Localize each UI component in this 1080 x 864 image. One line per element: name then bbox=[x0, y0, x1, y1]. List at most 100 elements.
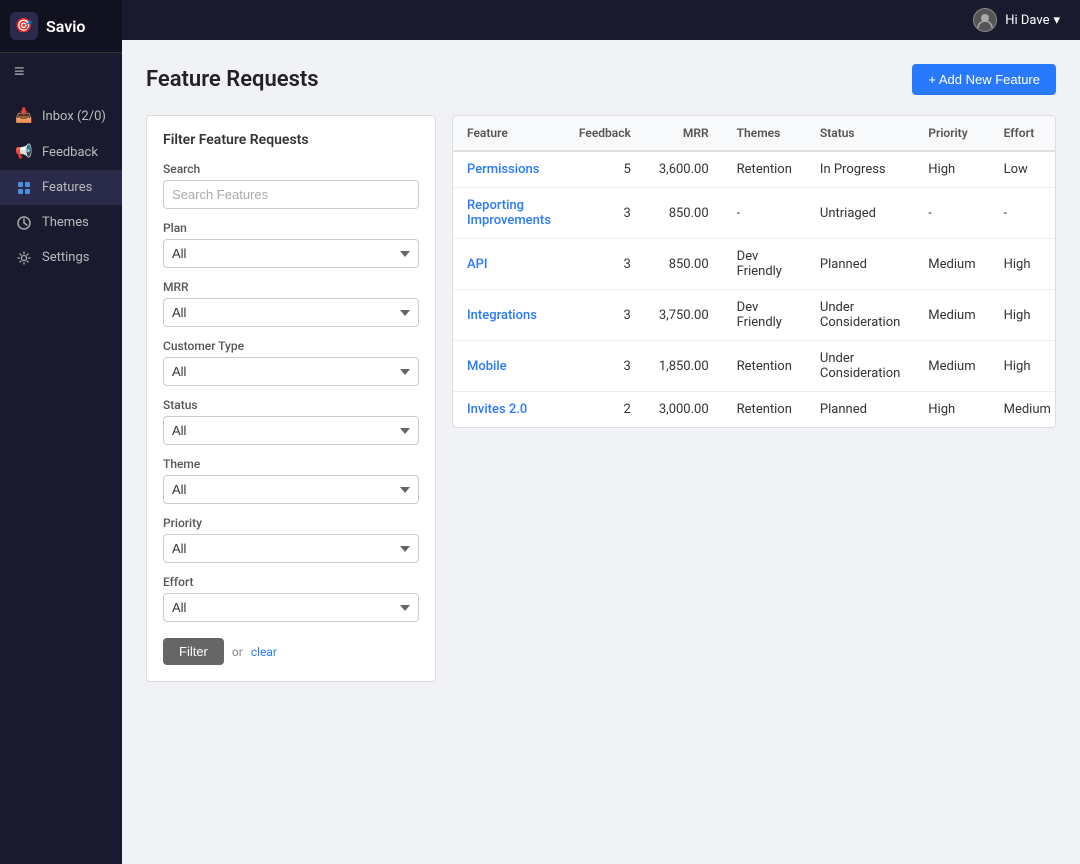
col-themes: Themes bbox=[723, 116, 806, 151]
table-row: Integrations 3 3,750.00 Dev Friendly Und… bbox=[453, 290, 1056, 341]
sidebar-nav: 📥 Inbox (2/0) 📢 Feedback Features Themes… bbox=[0, 90, 122, 864]
sidebar-item-themes[interactable]: Themes bbox=[0, 205, 122, 240]
sidebar-item-feedback[interactable]: 📢 Feedback bbox=[0, 134, 122, 170]
settings-icon bbox=[14, 251, 34, 265]
cell-feature: Permissions bbox=[453, 151, 565, 188]
header-row: Feature Feedback MRR Themes Status Prior… bbox=[453, 116, 1056, 151]
filter-actions: Filter or clear bbox=[163, 638, 419, 665]
sidebar-item-label: Inbox (2/0) bbox=[42, 109, 106, 124]
col-feedback: Feedback bbox=[565, 116, 645, 151]
priority-label: Priority bbox=[163, 516, 419, 530]
theme-select[interactable]: All bbox=[163, 475, 419, 504]
cell-status: Untriaged bbox=[806, 188, 914, 239]
filter-panel: Filter Feature Requests Search Plan All … bbox=[146, 115, 436, 682]
sidebar-logo: 🎯 bbox=[10, 12, 38, 40]
cell-feature: API bbox=[453, 239, 565, 290]
cell-themes: Retention bbox=[723, 341, 806, 392]
topbar: Hi Dave ▾ bbox=[122, 0, 1080, 40]
cell-effort: - bbox=[990, 188, 1056, 239]
add-new-feature-button[interactable]: + Add New Feature bbox=[912, 64, 1056, 95]
plan-group: Plan All bbox=[163, 221, 419, 268]
sidebar-item-inbox[interactable]: 📥 Inbox (2/0) bbox=[0, 98, 122, 134]
priority-select[interactable]: All bbox=[163, 534, 419, 563]
col-priority: Priority bbox=[914, 116, 989, 151]
plan-select[interactable]: All bbox=[163, 239, 419, 268]
cell-feature: Integrations bbox=[453, 290, 565, 341]
feature-table-container: Feature Feedback MRR Themes Status Prior… bbox=[452, 115, 1056, 428]
feature-link[interactable]: Reporting Improvements bbox=[467, 198, 551, 228]
clear-link[interactable]: clear bbox=[251, 645, 277, 659]
cell-effort: High bbox=[990, 239, 1056, 290]
table-row: Permissions 5 3,600.00 Retention In Prog… bbox=[453, 151, 1056, 188]
feature-link[interactable]: Permissions bbox=[467, 162, 539, 177]
plan-label: Plan bbox=[163, 221, 419, 235]
main-layout: Filter Feature Requests Search Plan All … bbox=[146, 115, 1056, 682]
feature-link[interactable]: Integrations bbox=[467, 308, 537, 323]
mrr-select[interactable]: All bbox=[163, 298, 419, 327]
cell-feedback: 3 bbox=[565, 188, 645, 239]
sidebar-item-settings[interactable]: Settings bbox=[0, 240, 122, 275]
sidebar-menu-toggle[interactable]: ≡ bbox=[0, 53, 122, 90]
sidebar-item-label: Settings bbox=[42, 250, 89, 265]
cell-themes: Retention bbox=[723, 151, 806, 188]
customer-type-select[interactable]: All bbox=[163, 357, 419, 386]
sidebar: 🎯 Savio ≡ 📥 Inbox (2/0) 📢 Feedback Featu… bbox=[0, 0, 122, 864]
cell-status: Under Consideration bbox=[806, 341, 914, 392]
sidebar-item-features[interactable]: Features bbox=[0, 170, 122, 205]
avatar bbox=[973, 8, 997, 32]
cell-feedback: 3 bbox=[565, 290, 645, 341]
cell-priority: High bbox=[914, 392, 989, 428]
search-input[interactable] bbox=[163, 180, 419, 209]
cell-themes: - bbox=[723, 188, 806, 239]
cell-themes: Retention bbox=[723, 392, 806, 428]
sidebar-header: 🎯 Savio bbox=[0, 0, 122, 53]
inbox-icon: 📥 bbox=[14, 108, 34, 124]
cell-status: Planned bbox=[806, 392, 914, 428]
table-row: Reporting Improvements 3 850.00 - Untria… bbox=[453, 188, 1056, 239]
table-row: Mobile 3 1,850.00 Retention Under Consid… bbox=[453, 341, 1056, 392]
topbar-user[interactable]: Hi Dave ▾ bbox=[973, 8, 1060, 32]
logo-icon: 🎯 bbox=[15, 18, 32, 34]
cell-mrr: 850.00 bbox=[645, 188, 723, 239]
cell-status: Planned bbox=[806, 239, 914, 290]
page-header: Feature Requests + Add New Feature bbox=[146, 64, 1056, 95]
cell-feature: Invites 2.0 bbox=[453, 392, 565, 428]
cell-mrr: 1,850.00 bbox=[645, 341, 723, 392]
cell-effort: High bbox=[990, 290, 1056, 341]
cell-feature: Reporting Improvements bbox=[453, 188, 565, 239]
filter-button[interactable]: Filter bbox=[163, 638, 224, 665]
feature-table: Feature Feedback MRR Themes Status Prior… bbox=[453, 116, 1056, 427]
chevron-down-icon: ▾ bbox=[1053, 13, 1060, 28]
effort-label: Effort bbox=[163, 575, 419, 589]
status-label: Status bbox=[163, 398, 419, 412]
col-mrr: MRR bbox=[645, 116, 723, 151]
cell-mrr: 850.00 bbox=[645, 239, 723, 290]
filter-or-text: or bbox=[232, 645, 243, 659]
feature-link[interactable]: Invites 2.0 bbox=[467, 402, 527, 417]
features-icon bbox=[14, 181, 34, 195]
cell-mrr: 3,750.00 bbox=[645, 290, 723, 341]
cell-status: Under Consideration bbox=[806, 290, 914, 341]
cell-feature: Mobile bbox=[453, 341, 565, 392]
col-feature: Feature bbox=[453, 116, 565, 151]
page-title: Feature Requests bbox=[146, 67, 319, 92]
customer-type-group: Customer Type All bbox=[163, 339, 419, 386]
feature-link[interactable]: Mobile bbox=[467, 359, 507, 374]
status-select[interactable]: All bbox=[163, 416, 419, 445]
cell-mrr: 3,600.00 bbox=[645, 151, 723, 188]
cell-feedback: 3 bbox=[565, 341, 645, 392]
cell-priority: - bbox=[914, 188, 989, 239]
table-row: API 3 850.00 Dev Friendly Planned Medium… bbox=[453, 239, 1056, 290]
cell-feedback: 5 bbox=[565, 151, 645, 188]
feature-link[interactable]: API bbox=[467, 257, 488, 272]
cell-effort: High bbox=[990, 341, 1056, 392]
cell-status: In Progress bbox=[806, 151, 914, 188]
effort-select[interactable]: All bbox=[163, 593, 419, 622]
cell-themes: Dev Friendly bbox=[723, 290, 806, 341]
mrr-group: MRR All bbox=[163, 280, 419, 327]
cell-themes: Dev Friendly bbox=[723, 239, 806, 290]
theme-group: Theme All bbox=[163, 457, 419, 504]
col-effort: Effort bbox=[990, 116, 1056, 151]
search-group: Search bbox=[163, 162, 419, 209]
user-greeting: Hi Dave bbox=[1005, 13, 1049, 28]
